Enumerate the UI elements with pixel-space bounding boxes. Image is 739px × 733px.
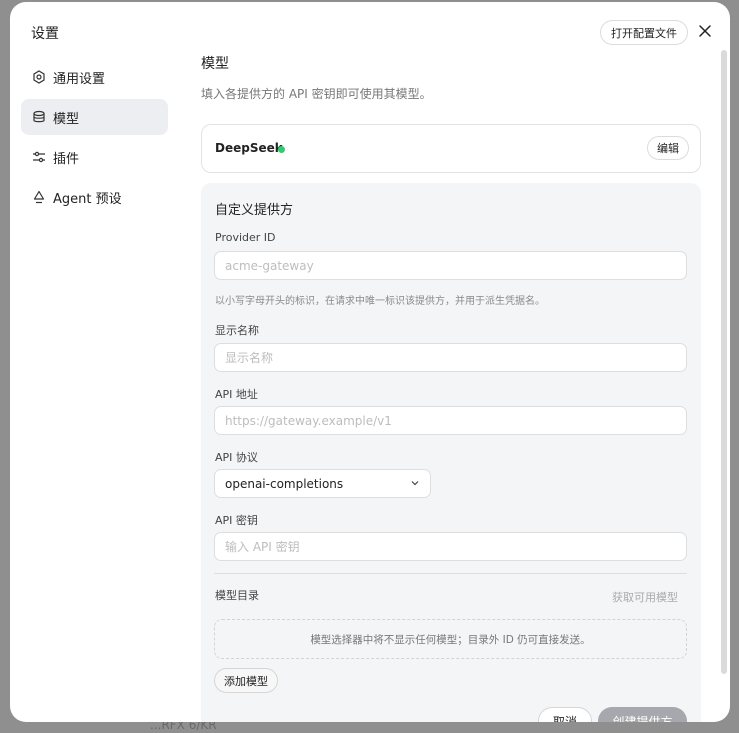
close-icon[interactable] bbox=[696, 22, 714, 40]
scrollbar-thumb[interactable] bbox=[721, 50, 727, 674]
sidebar-item-models[interactable]: 模型 bbox=[21, 99, 168, 135]
scrollbar[interactable] bbox=[721, 50, 727, 674]
chevron-down-icon bbox=[410, 477, 420, 491]
status-dot bbox=[278, 146, 285, 153]
create-provider-button[interactable]: 创建提供方 bbox=[598, 707, 687, 722]
model-catalog-empty: 模型选择器中将不显示任何模型；目录外 ID 仍可直接发送。 bbox=[214, 619, 687, 659]
cancel-button[interactable]: 取消 bbox=[538, 707, 592, 722]
provider-id-input[interactable]: acme-gateway bbox=[214, 251, 687, 280]
open-config-button[interactable]: 打开配置文件 bbox=[600, 20, 688, 45]
sliders-icon bbox=[32, 150, 46, 164]
provider-name: DeepSeek bbox=[215, 141, 283, 155]
api-key-label: API 密钥 bbox=[215, 514, 258, 527]
api-protocol-select[interactable]: openai-completions bbox=[214, 469, 431, 498]
divider bbox=[214, 573, 687, 574]
fetch-models-button[interactable]: 获取可用模型 bbox=[612, 589, 678, 605]
api-protocol-label: API 协议 bbox=[215, 451, 258, 464]
api-key-input[interactable]: 输入 API 密钥 bbox=[214, 532, 687, 561]
page-title: 模型 bbox=[201, 56, 229, 72]
sidebar-item-label: 模型 bbox=[53, 111, 80, 127]
settings-dialog: 设置 打开配置文件 通用设置 模型 插件 Agent 预设 模型 填入各提供方的… bbox=[10, 2, 730, 722]
display-name-input[interactable]: 显示名称 bbox=[214, 343, 687, 372]
select-value: openai-completions bbox=[225, 476, 344, 491]
dialog-title: 设置 bbox=[31, 26, 59, 42]
model-catalog-label: 模型目录 bbox=[215, 589, 259, 602]
sidebar-item-label: Agent 预设 bbox=[53, 191, 122, 207]
settings-icon bbox=[32, 70, 46, 84]
api-url-label: API 地址 bbox=[215, 388, 258, 401]
edit-provider-button[interactable]: 编辑 bbox=[647, 136, 689, 160]
sidebar-item-plugins[interactable]: 插件 bbox=[21, 139, 168, 175]
api-url-input[interactable]: https://gateway.example/v1 bbox=[214, 406, 687, 435]
add-model-button[interactable]: 添加模型 bbox=[214, 668, 278, 693]
custom-provider-form: 自定义提供方 Provider ID acme-gateway 以小写字母开头的… bbox=[201, 183, 701, 722]
sidebar-item-label: 插件 bbox=[53, 151, 80, 167]
sidebar-item-label: 通用设置 bbox=[53, 71, 106, 87]
page-description: 填入各提供方的 API 密钥即可使用其模型。 bbox=[201, 87, 432, 101]
recycle-icon bbox=[32, 190, 46, 204]
section-title: 自定义提供方 bbox=[215, 203, 294, 218]
database-icon bbox=[32, 110, 46, 124]
provider-card-deepseek: DeepSeek 编辑 bbox=[201, 124, 701, 173]
sidebar-item-agent-presets[interactable]: Agent 预设 bbox=[21, 179, 168, 215]
sidebar: 通用设置 模型 插件 Agent 预设 bbox=[21, 59, 168, 219]
provider-id-hint: 以小写字母开头的标识，在请求中唯一标识该提供方，并用于派生凭据名。 bbox=[215, 296, 545, 307]
sidebar-item-general[interactable]: 通用设置 bbox=[21, 59, 168, 95]
display-name-label: 显示名称 bbox=[215, 324, 259, 337]
provider-id-label: Provider ID bbox=[215, 231, 276, 244]
